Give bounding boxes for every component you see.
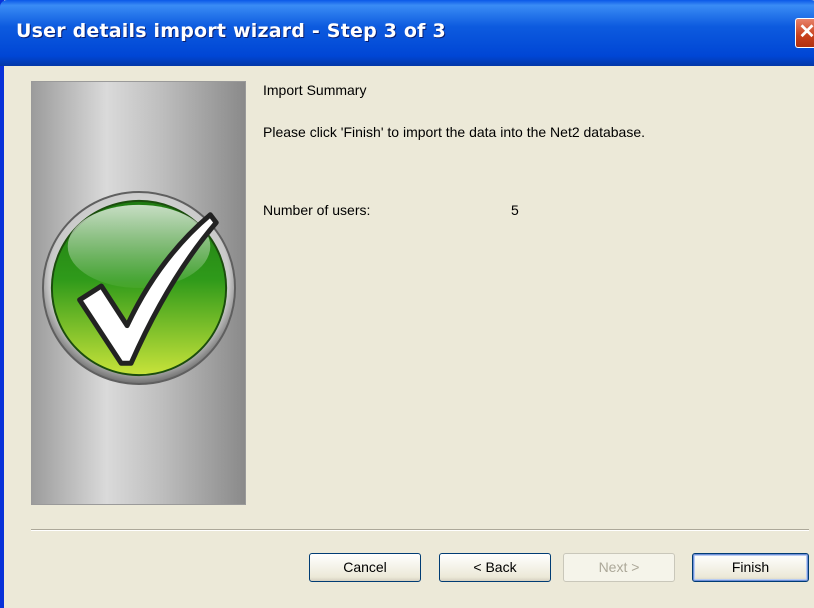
close-icon: ✕ [798, 21, 814, 43]
wizard-body: Import Summary Please click 'Finish' to … [4, 66, 814, 608]
green-checkmark-icon [41, 190, 237, 386]
close-button[interactable]: ✕ [795, 18, 814, 48]
title-bar[interactable]: User details import wizard - Step 3 of 3… [0, 0, 814, 66]
wizard-window: User details import wizard - Step 3 of 3… [0, 0, 814, 608]
side-panel [31, 81, 246, 505]
button-divider [31, 529, 809, 531]
cancel-button[interactable]: Cancel [309, 553, 421, 582]
finish-instruction-text: Please click 'Finish' to import the data… [263, 124, 645, 140]
number-of-users-label: Number of users: [263, 202, 371, 218]
next-button[interactable]: Next > [563, 553, 675, 582]
window-title: User details import wizard - Step 3 of 3 [16, 20, 446, 42]
number-of-users-value: 5 [511, 202, 519, 218]
back-button[interactable]: < Back [439, 553, 551, 582]
import-summary-title: Import Summary [263, 82, 367, 98]
finish-button[interactable]: Finish [692, 553, 809, 582]
